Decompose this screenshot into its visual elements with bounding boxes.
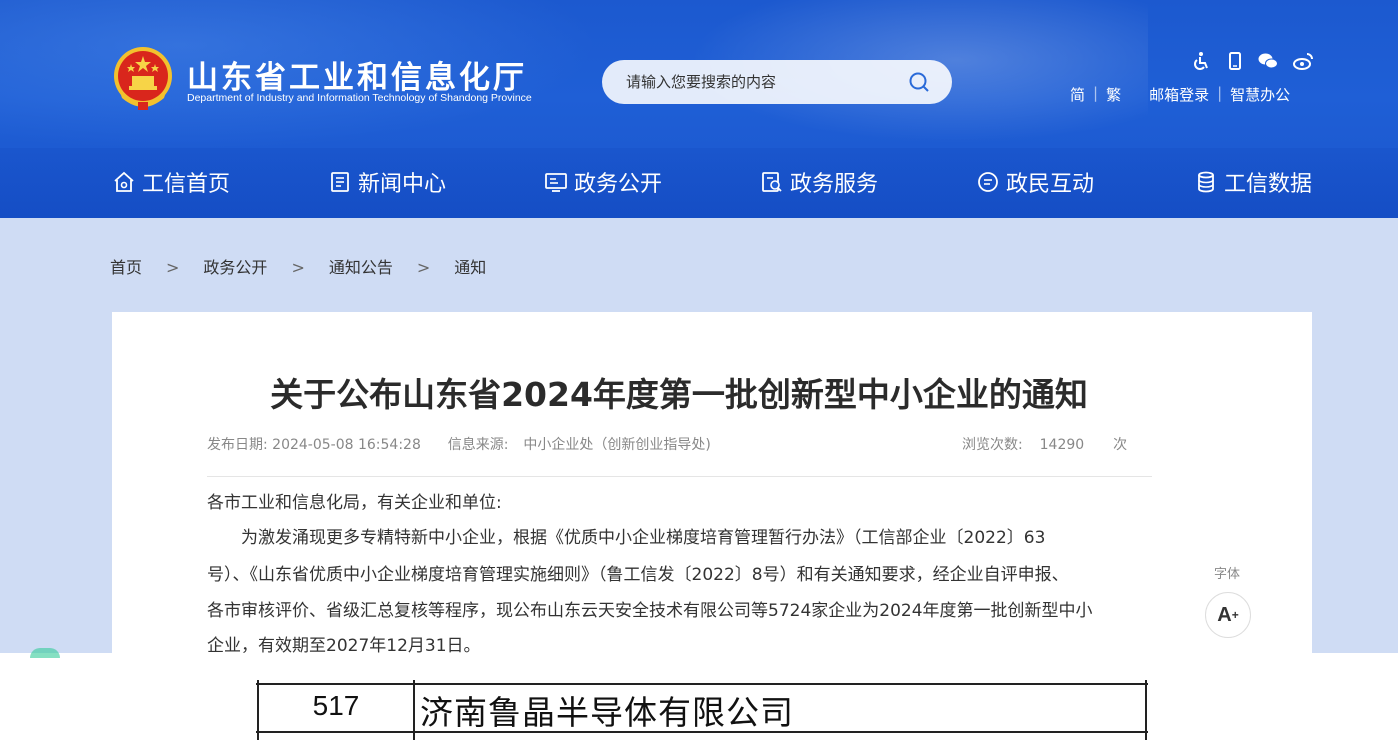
weibo-icon[interactable] xyxy=(1292,50,1314,72)
search-box xyxy=(602,60,952,104)
paragraph-line: 各市审核评价、省级汇总复核等程序，现公布山东云天安全技术有限公司等5724家企业… xyxy=(207,601,1093,621)
paragraph-line: 为激发涌现更多专精特新中小企业，根据《优质中小企业梯度培育管理暂行办法》（工信部… xyxy=(241,528,1046,548)
search-input[interactable] xyxy=(626,60,896,104)
article-meta: 发布日期: 2024-05-08 16:54:28 信息来源: 中小企业处（创新… xyxy=(207,434,711,454)
gov-service-icon xyxy=(762,172,782,192)
interaction-icon xyxy=(978,172,998,192)
nav-item-interaction[interactable]: 政民互动 xyxy=(976,164,1094,200)
nav-label: 工信数据 xyxy=(1224,172,1313,197)
breadcrumb-gov-open[interactable]: 政务公开 xyxy=(203,254,267,278)
view-count: 浏览次数: 14290 次 xyxy=(962,434,1127,454)
source: 中小企业处（创新创业指导处) xyxy=(523,437,711,453)
database-icon xyxy=(1198,171,1214,193)
font-size-button[interactable]: A + xyxy=(1205,592,1251,638)
font-size-icon: A xyxy=(1217,603,1232,626)
header-tools xyxy=(1190,50,1315,72)
home-icon xyxy=(114,171,134,192)
national-emblem-icon[interactable] xyxy=(112,46,174,112)
floating-widget-icon[interactable] xyxy=(30,648,60,658)
table-row-number: 517 xyxy=(312,690,360,721)
mobile-icon[interactable] xyxy=(1224,50,1246,72)
gov-open-icon xyxy=(545,173,567,192)
nav-label: 工信首页 xyxy=(142,172,231,197)
breadcrumb-separator: > xyxy=(291,258,305,277)
breadcrumb-notice[interactable]: 通知 xyxy=(454,254,486,278)
breadcrumb-announcements[interactable]: 通知公告 xyxy=(329,254,393,278)
link-separator: | xyxy=(1217,84,1223,102)
link-separator: | xyxy=(1093,84,1099,102)
nav-item-data[interactable]: 工信数据 xyxy=(1194,164,1312,200)
plus-icon: + xyxy=(1231,608,1239,622)
nav-label: 政务公开 xyxy=(574,172,663,197)
nav-label: 新闻中心 xyxy=(358,172,447,197)
views-value: 14290 xyxy=(1039,437,1085,453)
simplified-link[interactable]: 简 xyxy=(1070,84,1085,105)
views-unit: 次 xyxy=(1113,437,1128,453)
source-label: 信息来源: xyxy=(447,437,509,453)
main-nav: 工信首页 新闻中心 政务公开 政务服务 政民互动 工信数据 xyxy=(112,164,1312,200)
site-subtitle: Department of Industry and Information T… xyxy=(187,92,532,104)
smart-office-link[interactable]: 智慧办公 xyxy=(1230,84,1290,105)
nav-item-news[interactable]: 新闻中心 xyxy=(328,164,446,200)
nav-label: 政民互动 xyxy=(1006,172,1095,197)
article-title: 关于公布山东省2024年度第一批创新型中小企业的通知 xyxy=(270,375,1088,414)
salutation: 各市工业和信息化局，有关企业和单位: xyxy=(207,493,502,513)
breadcrumb-home[interactable]: 首页 xyxy=(110,254,142,278)
table-row-company: 济南鲁晶半导体有限公司 xyxy=(420,693,794,732)
search-icon[interactable] xyxy=(908,71,930,93)
publish-label: 发布日期: xyxy=(207,437,268,453)
nav-label: 政务服务 xyxy=(790,172,879,197)
meta-divider xyxy=(207,476,1152,477)
nav-item-gov-service[interactable]: 政务服务 xyxy=(760,164,878,200)
breadcrumb-separator: > xyxy=(166,258,180,277)
mail-login-link[interactable]: 邮箱登录 xyxy=(1149,84,1209,105)
publish-date: 2024-05-08 16:54:28 xyxy=(272,437,421,453)
news-icon xyxy=(331,172,349,192)
paragraph-line: 号）、《山东省优质中小企业梯度培育管理实施细则》（鲁工信发〔2022〕8号）和有… xyxy=(207,565,1069,585)
nav-item-home[interactable]: 工信首页 xyxy=(112,164,230,200)
top-links: 简 | 繁 邮箱登录 | 智慧办公 xyxy=(1070,84,1290,106)
breadcrumb-separator: > xyxy=(416,258,431,277)
views-label: 浏览次数: xyxy=(962,437,1023,453)
font-tool-label: 字体 xyxy=(1214,567,1241,582)
nav-item-gov-open[interactable]: 政务公开 xyxy=(544,164,662,200)
wechat-icon[interactable] xyxy=(1257,50,1279,72)
traditional-link[interactable]: 繁 xyxy=(1106,84,1121,105)
site-title[interactable]: 山东省工业和信息化厅 xyxy=(187,52,527,97)
accessibility-icon[interactable] xyxy=(1190,50,1212,72)
breadcrumb: 首页 > 政务公开 > 通知公告 > 通知 xyxy=(110,254,486,278)
